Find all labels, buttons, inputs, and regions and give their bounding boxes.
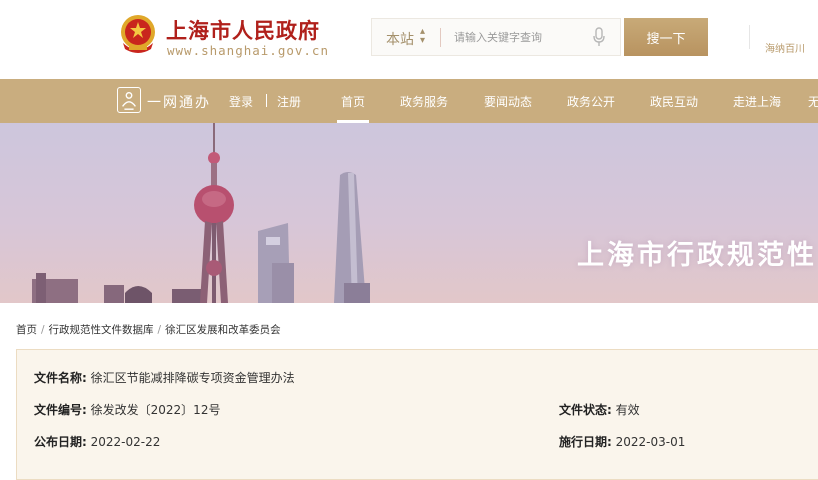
ywtb-link[interactable]: 一网通办: [147, 92, 211, 112]
header-right-link[interactable]: 海纳百川: [765, 40, 805, 55]
search-input[interactable]: [454, 27, 584, 47]
main-nav: 一网通办 登录 注册 首页 政务服务 要闻动态 政务公开 政民互动 走进上海 无: [0, 79, 818, 123]
search-divider: [440, 28, 441, 47]
breadcrumb: 首页 / 行政规范性文件数据库 / 徐汇区发展和改革委员会: [16, 322, 281, 337]
document-status-label: 文件状态:: [559, 403, 612, 417]
site-url: www.shanghai.gov.cn: [167, 43, 329, 58]
publish-date-value: 2022-02-22: [90, 435, 161, 449]
breadcrumb-separator: /: [157, 324, 162, 336]
document-status-field: 文件状态: 有效: [559, 401, 640, 418]
nav-item-interaction[interactable]: 政民互动: [650, 93, 698, 110]
document-number-value: 徐发改发〔2022〕12号: [90, 403, 221, 417]
header-divider: [749, 25, 750, 49]
login-link[interactable]: 登录: [229, 93, 253, 110]
search-scope-select[interactable]: 本站: [386, 29, 414, 49]
site-title[interactable]: 上海市人民政府: [166, 15, 320, 45]
breadcrumb-separator: /: [41, 324, 45, 336]
nav-item-news[interactable]: 要闻动态: [484, 93, 532, 110]
login-divider: [266, 94, 267, 107]
document-status-value: 有效: [615, 403, 640, 417]
nav-item-open-gov[interactable]: 政务公开: [567, 93, 615, 110]
ywtb-logo-icon[interactable]: [117, 87, 141, 113]
site-header: 上海市人民政府 www.shanghai.gov.cn 本站 ▴▾ 搜一下 海纳…: [0, 0, 818, 79]
search-button[interactable]: 搜一下: [624, 18, 708, 56]
breadcrumb-home[interactable]: 首页: [16, 324, 37, 336]
updown-arrow-icon[interactable]: ▴ ▾: [420, 27, 425, 46]
effective-date-label: 施行日期:: [559, 435, 612, 449]
document-number-label: 文件编号:: [34, 403, 87, 417]
publish-date-field: 公布日期: 2022-02-22: [34, 433, 160, 450]
document-name-value: 徐汇区节能减排降碳专项资金管理办法: [90, 371, 295, 385]
nav-item-about-shanghai[interactable]: 走进上海: [733, 93, 781, 110]
document-name-field: 文件名称: 徐汇区节能减排降碳专项资金管理办法: [34, 369, 295, 386]
nav-item-services[interactable]: 政务服务: [400, 93, 448, 110]
banner: 上海市行政规范性: [0, 123, 818, 303]
skyline-illustration: [32, 123, 370, 303]
document-name-label: 文件名称:: [34, 371, 87, 385]
document-number-field: 文件编号: 徐发改发〔2022〕12号: [34, 401, 220, 418]
nav-item-more[interactable]: 无: [808, 93, 818, 110]
breadcrumb-department[interactable]: 徐汇区发展和改革委员会: [165, 324, 281, 336]
breadcrumb-database[interactable]: 行政规范性文件数据库: [49, 324, 154, 336]
publish-date-label: 公布日期:: [34, 435, 87, 449]
effective-date-field: 施行日期: 2022-03-01: [559, 433, 685, 450]
nav-item-home[interactable]: 首页: [341, 93, 365, 110]
search-box: 本站 ▴ ▾: [371, 18, 621, 56]
banner-title: 上海市行政规范性: [577, 240, 817, 271]
national-emblem-icon[interactable]: [117, 13, 159, 55]
document-info-card: 文件名称: 徐汇区节能减排降碳专项资金管理办法 文件编号: 徐发改发〔2022〕…: [16, 349, 818, 480]
register-link[interactable]: 注册: [277, 93, 301, 110]
effective-date-value: 2022-03-01: [615, 435, 686, 449]
microphone-icon[interactable]: [592, 27, 606, 47]
